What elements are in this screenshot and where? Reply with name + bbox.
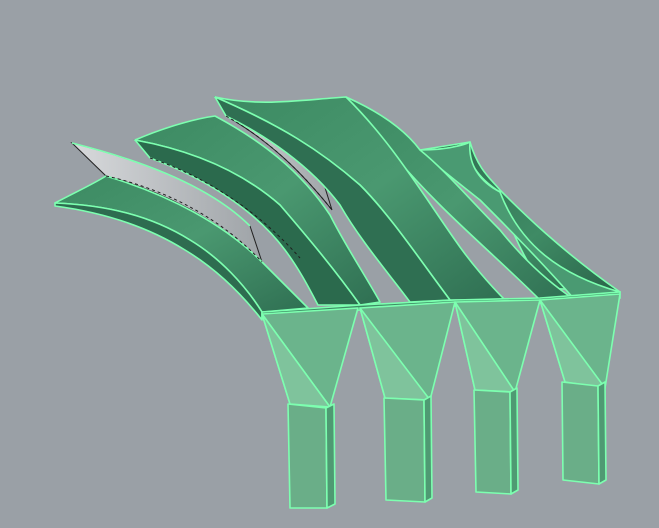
column-4[interactable] <box>539 293 621 485</box>
column-2[interactable] <box>359 301 456 503</box>
shell-strips[interactable] <box>54 96 621 321</box>
column-2-shaft-face[interactable] <box>383 397 426 503</box>
column-3-shaft-side[interactable] <box>509 387 519 495</box>
3d-viewport[interactable] <box>0 0 659 528</box>
column-3-shaft-face[interactable] <box>473 389 512 495</box>
column-4-shaft-face[interactable] <box>561 381 600 485</box>
column-1[interactable] <box>261 307 359 509</box>
column-3[interactable] <box>454 299 541 495</box>
column-1-shaft-side[interactable] <box>325 403 336 509</box>
columns[interactable] <box>261 293 621 509</box>
column-1-shaft-face[interactable] <box>287 403 328 509</box>
column-2-shaft-side[interactable] <box>423 395 433 503</box>
column-4-shaft-side[interactable] <box>597 381 607 485</box>
canopy-model[interactable] <box>0 0 659 528</box>
